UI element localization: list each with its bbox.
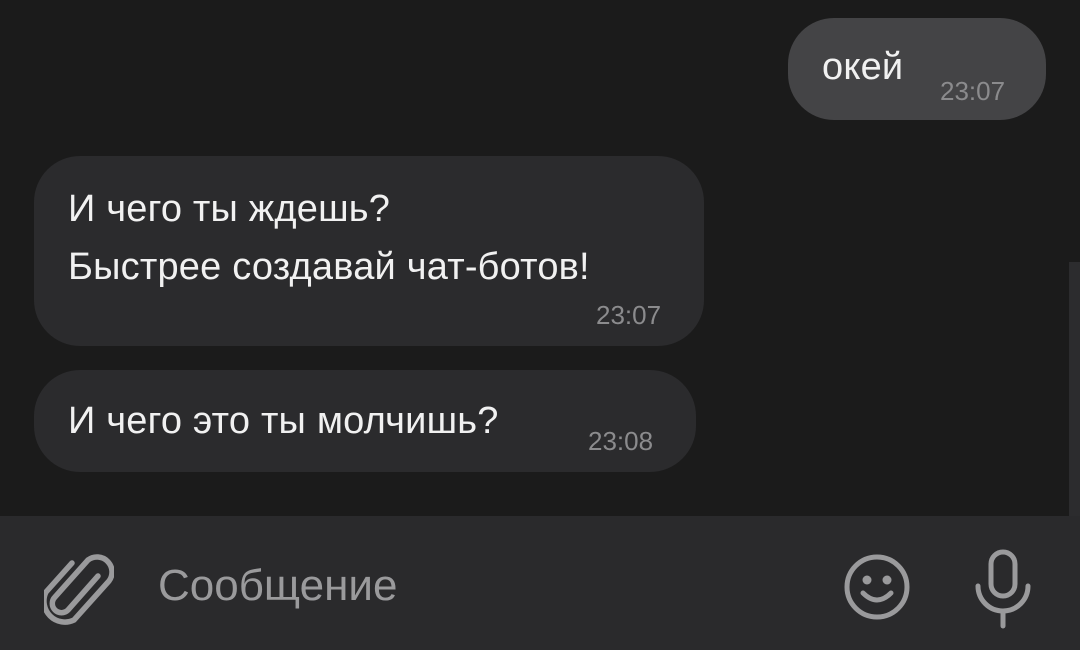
message-bubble-incoming[interactable]: И чего ты ждешь? Быстрее создавай чат-бо…	[34, 156, 704, 346]
message-text: окей	[822, 46, 904, 88]
smiley-icon[interactable]	[842, 552, 912, 622]
message-text-line: И чего ты ждешь?	[68, 188, 391, 230]
scrollbar[interactable]	[1069, 262, 1080, 516]
message-text: И чего это ты молчишь?	[68, 400, 499, 442]
message-composer: Сообщение	[0, 516, 1080, 650]
message-input[interactable]: Сообщение	[158, 556, 798, 616]
message-time: 23:07	[940, 76, 1006, 106]
chat-area[interactable]: окей 23:07 И чего ты ждешь? Быстрее созд…	[0, 0, 1080, 516]
message-time: 23:08	[588, 426, 654, 456]
message-text-line: Быстрее создавай чат-ботов!	[68, 246, 590, 288]
microphone-icon[interactable]	[970, 548, 1036, 632]
message-time: 23:07	[596, 300, 662, 330]
paperclip-icon[interactable]	[41, 550, 115, 632]
message-bubble-incoming[interactable]: И чего это ты молчишь? 23:08	[34, 370, 696, 472]
message-bubble-outgoing[interactable]: окей 23:07	[788, 18, 1046, 120]
